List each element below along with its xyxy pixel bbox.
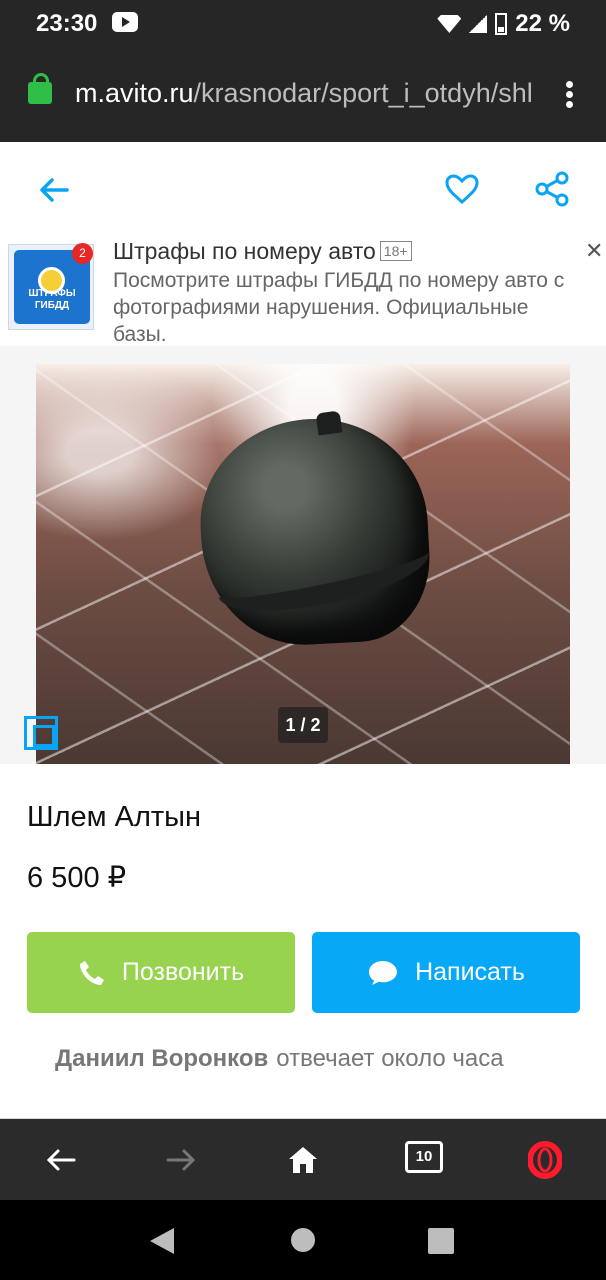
status-time: 23:30 [36,10,98,37]
helmet-mount-image [315,410,343,436]
youtube-notification-icon [112,12,138,32]
age-rating-badge: 18+ [379,241,412,261]
opera-icon[interactable] [528,1141,562,1179]
chat-icon [369,961,398,985]
ad-notification-badge: 2 [72,243,93,264]
secure-lock-icon [28,73,52,104]
android-back-icon[interactable] [150,1228,174,1254]
photo-counter: 1 / 2 [278,707,328,743]
ad-title[interactable]: Штрафы по номеру авто 18+ [113,238,412,265]
wifi-icon [437,15,462,33]
battery-icon [495,13,508,35]
cell-signal-icon [469,15,488,33]
android-home-icon[interactable] [291,1228,315,1252]
status-bar: 23:30 22 % [0,0,606,48]
heart-icon[interactable] [444,173,480,205]
listing-photo[interactable] [36,364,570,764]
traffic-police-emblem-icon [38,267,65,294]
url-path: /krasnodar/sport_i_otdyh/shl [193,78,533,108]
ad-logo[interactable]: ШТРАФЫ ГИБДД 2 [8,243,94,330]
phone-icon [79,960,104,985]
call-button-label: Позвонить [121,958,245,986]
listing-header [0,142,606,236]
tabs-count: 10 [415,1148,433,1165]
browser-back-icon[interactable] [44,1141,78,1179]
system-status-icons: 22 % [437,10,570,38]
call-button[interactable]: Позвонить [27,932,295,1013]
seller-info: Даниил Воронков отвечает около часа [55,1045,565,1073]
ad-description[interactable]: Посмотрите штрафы ГИБДД по номеру авто с… [113,267,583,348]
ad-title-text: Штрафы по номеру авто [113,238,376,264]
url-text[interactable]: m.avito.ru/krasnodar/sport_i_otdyh/shl [75,78,540,112]
listing-price: 6 500 ₽ [27,862,127,894]
home-icon[interactable] [286,1141,320,1179]
fullscreen-icon[interactable] [24,716,58,750]
close-ad-icon[interactable]: ✕ [585,240,603,262]
tabs-icon[interactable]: 10 [405,1141,443,1173]
battery-percent: 22 % [515,10,570,37]
browser-menu-icon[interactable] [563,78,575,112]
back-arrow-icon[interactable] [38,175,70,205]
seller-name[interactable]: Даниил Воронков [55,1045,268,1072]
message-button-label: Написать [415,958,525,986]
browser-navigation-bar: 10 [0,1118,606,1200]
message-button[interactable]: Написать [312,932,580,1013]
share-icon[interactable] [535,171,569,207]
listing-title: Шлем Алтын [27,801,202,833]
browser-forward-icon[interactable] [164,1141,198,1179]
seller-response-time: отвечает около часа [276,1045,504,1072]
android-recents-icon[interactable] [428,1228,454,1254]
url-host: m.avito.ru [75,78,194,108]
